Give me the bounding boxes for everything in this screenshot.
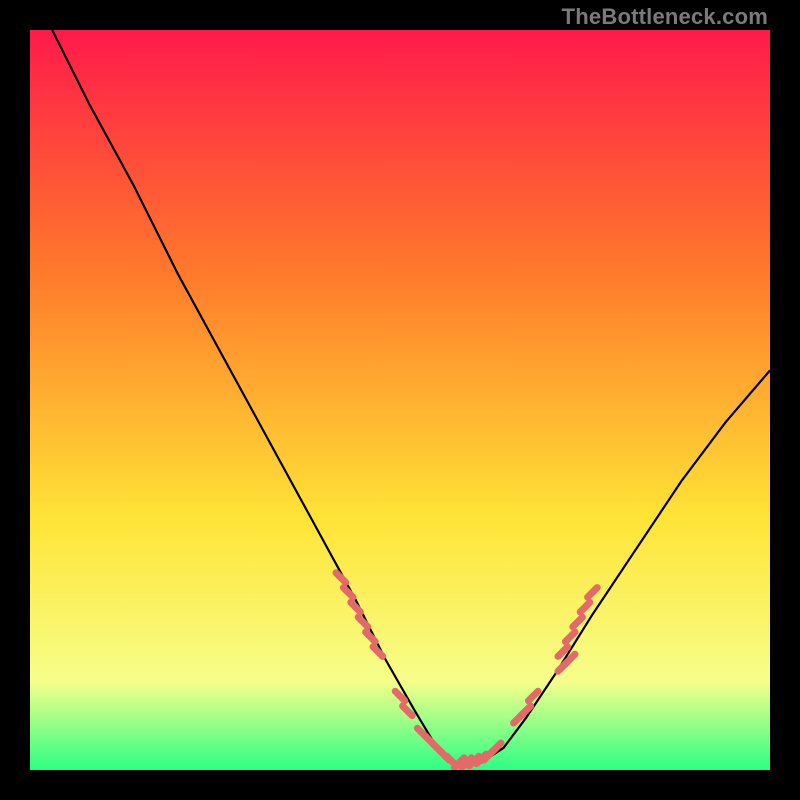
gradient-background: [30, 30, 770, 770]
watermark-text: TheBottleneck.com: [562, 4, 768, 30]
chart-frame: [30, 30, 770, 770]
chart-svg: [30, 30, 770, 770]
